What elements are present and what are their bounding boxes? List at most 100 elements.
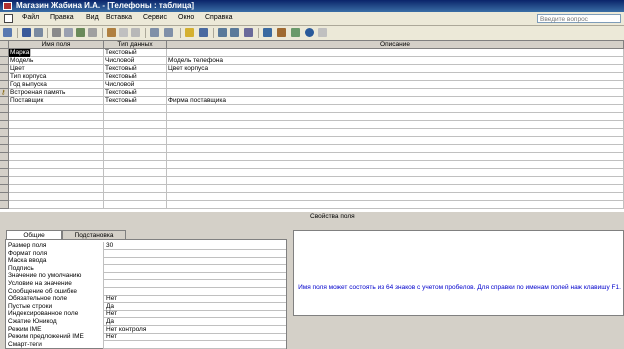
empty-cell[interactable] [167,137,624,145]
row-selector[interactable] [0,185,9,193]
database-window-icon[interactable] [277,28,286,37]
row-selector[interactable] [0,97,9,105]
row-selector[interactable] [0,121,9,129]
document-icon[interactable] [4,14,13,23]
empty-cell[interactable] [104,169,167,177]
cut-icon[interactable] [107,28,116,37]
table-row[interactable] [0,169,624,177]
empty-cell[interactable] [9,153,104,161]
field-name-cell[interactable]: Поставщик [9,97,104,105]
row-selector[interactable] [0,169,9,177]
row-selector[interactable] [0,65,9,73]
field-name-cell[interactable]: Модель [9,57,104,65]
empty-cell[interactable] [167,121,624,129]
empty-cell[interactable] [9,161,104,169]
menu-tools[interactable]: Сервис [143,14,167,21]
tab-general[interactable]: Общие [6,230,62,239]
table-row[interactable] [0,201,624,209]
row-selector[interactable] [0,137,9,145]
description-cell[interactable] [167,49,624,57]
row-selector[interactable] [0,161,9,169]
description-cell[interactable]: Цвет корпуса [167,65,624,73]
table-row[interactable] [0,137,624,145]
row-selector[interactable] [0,105,9,113]
table-row[interactable]: ⚷ Встроеная память Текстовый [0,89,624,97]
builder-icon[interactable] [263,28,272,37]
copy-icon[interactable] [119,28,128,37]
empty-cell[interactable] [167,169,624,177]
row-selector[interactable] [0,49,9,57]
empty-cell[interactable] [9,169,104,177]
tab-lookup[interactable]: Подстановка [62,230,126,239]
primary-key-icon[interactable] [185,28,194,37]
menu-help[interactable]: Справка [205,14,232,21]
empty-cell[interactable] [9,177,104,185]
empty-cell[interactable] [167,105,624,113]
empty-cell[interactable] [167,193,624,201]
row-selector[interactable] [0,201,9,209]
empty-cell[interactable] [9,185,104,193]
redo-icon[interactable] [164,28,173,37]
field-name-cell[interactable]: Год выпуска [9,81,104,89]
empty-cell[interactable] [104,113,167,121]
empty-cell[interactable] [104,185,167,193]
row-selector[interactable] [0,81,9,89]
delete-rows-icon[interactable] [230,28,239,37]
row-selector[interactable] [0,129,9,137]
row-selector[interactable] [0,193,9,201]
empty-cell[interactable] [9,193,104,201]
save-icon[interactable] [22,28,31,37]
empty-cell[interactable] [104,177,167,185]
empty-cell[interactable] [9,201,104,209]
field-name-cell[interactable]: Цвет [9,65,104,73]
table-row[interactable] [0,145,624,153]
menu-window[interactable]: Окно [178,14,194,21]
undo-shortcut-icon[interactable] [88,28,97,37]
data-type-cell[interactable]: Текстовый [104,73,167,81]
property-value[interactable] [103,340,286,349]
field-name-cell[interactable]: Встроеная память [9,89,104,97]
data-type-cell[interactable]: Текстовый [104,89,167,97]
empty-cell[interactable] [104,153,167,161]
empty-cell[interactable] [104,105,167,113]
paste-icon[interactable] [131,28,140,37]
empty-cell[interactable] [104,121,167,129]
row-selector[interactable] [0,145,9,153]
empty-cell[interactable] [167,185,624,193]
table-row[interactable]: Тип корпуса Текстовый [0,73,624,81]
menu-view[interactable]: Вид [86,14,99,21]
indexes-icon[interactable] [199,28,208,37]
row-selector[interactable] [0,73,9,81]
empty-cell[interactable] [9,113,104,121]
table-row[interactable] [0,161,624,169]
description-cell[interactable] [167,89,624,97]
description-cell[interactable] [167,81,624,89]
data-type-cell[interactable]: Текстовый [104,97,167,105]
data-type-cell[interactable]: Числовой [104,81,167,89]
empty-cell[interactable] [9,105,104,113]
empty-cell[interactable] [167,153,624,161]
new-object-icon[interactable] [291,28,300,37]
empty-cell[interactable] [9,129,104,137]
empty-cell[interactable] [104,161,167,169]
menu-edit[interactable]: Правка [50,14,74,21]
row-selector[interactable] [0,153,9,161]
table-row[interactable]: Марка Текстовый [0,49,624,57]
undo-icon[interactable] [150,28,159,37]
table-row[interactable] [0,153,624,161]
table-row[interactable]: Поставщик Текстовый Фирма поставщика [0,97,624,105]
data-type-cell[interactable]: Текстовый [104,49,167,57]
empty-cell[interactable] [167,161,624,169]
empty-cell[interactable] [9,121,104,129]
help-question-input[interactable]: Введите вопрос [537,14,621,23]
empty-cell[interactable] [167,177,624,185]
table-row[interactable]: Год выпуска Числовой [0,81,624,89]
table-row[interactable] [0,105,624,113]
preview-icon[interactable] [64,28,73,37]
row-selector[interactable] [0,177,9,185]
row-selector[interactable]: ⚷ [0,89,9,97]
row-selector[interactable] [0,57,9,65]
table-row[interactable] [0,121,624,129]
empty-cell[interactable] [9,137,104,145]
description-cell[interactable] [167,73,624,81]
